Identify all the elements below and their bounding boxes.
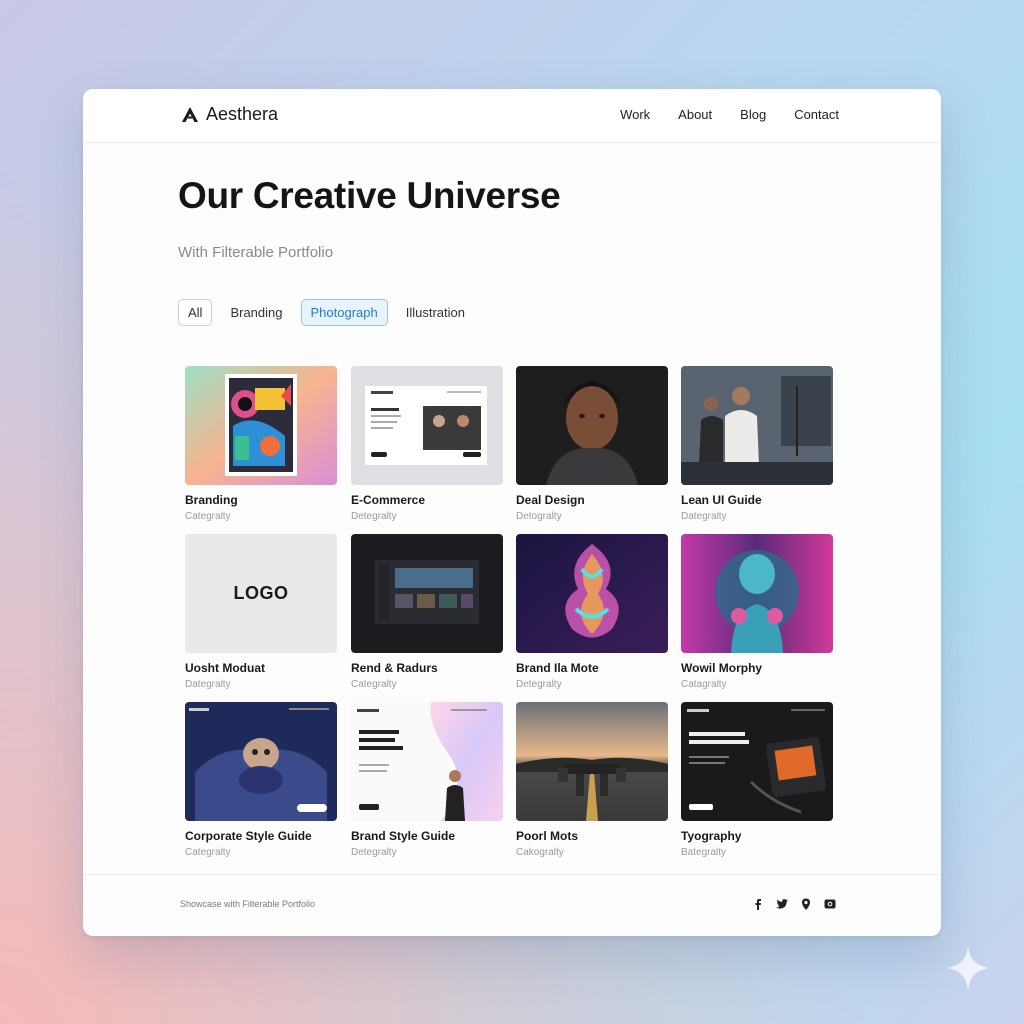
brand-name: Aesthera	[206, 104, 279, 124]
portfolio-card[interactable]: E-Commerce Detegralty	[351, 366, 503, 522]
card-thumbnail	[681, 702, 833, 821]
card-category: Categralty	[185, 511, 231, 522]
filter-bar: All Branding Photograph Illustration	[178, 299, 475, 326]
card-category: Bategralty	[681, 847, 727, 858]
card-thumbnail	[351, 702, 503, 821]
instagram-icon[interactable]	[823, 897, 837, 911]
card-thumbnail	[681, 366, 833, 485]
card-category: Dategralty	[185, 679, 231, 690]
card-title: Rend & Radurs	[351, 661, 438, 675]
location-pin-icon[interactable]	[799, 897, 813, 911]
portfolio-card[interactable]: LOGO Uosht Moduat Dategralty	[185, 534, 337, 690]
card-category: Categralty	[351, 679, 397, 690]
sparkle-icon	[946, 946, 990, 990]
filter-illustration[interactable]: Illustration	[396, 299, 475, 326]
portfolio-card[interactable]: Brand Style Guide Detegralty	[351, 702, 503, 858]
card-thumbnail	[516, 366, 668, 485]
portfolio-card[interactable]: Poorl Mots Cakogralty	[516, 702, 668, 858]
filter-photograph[interactable]: Photograph	[300, 299, 388, 326]
card-thumbnail	[516, 534, 668, 653]
nav-link-work[interactable]: Work	[620, 107, 650, 122]
triangle-a-logo-icon	[182, 106, 198, 122]
portfolio-card[interactable]: Wowil Morphy Catagralty	[681, 534, 833, 690]
card-title: Corporate Style Guide	[185, 829, 312, 843]
portfolio-card[interactable]: Deal Design Detogralty	[516, 366, 668, 522]
card-title: Branding	[185, 493, 238, 507]
card-title: Brand Ila Mote	[516, 661, 599, 675]
brand[interactable]: Aesthera	[180, 104, 278, 125]
footer: Showcase with Filterable Portfolio	[83, 874, 941, 936]
twitter-icon[interactable]	[775, 897, 789, 911]
portfolio-card[interactable]: Brand Ila Mote Detegralty	[516, 534, 668, 690]
card-category: Cakogralty	[516, 847, 564, 858]
card-category: Detegralty	[351, 511, 397, 522]
nav-link-about[interactable]: About	[678, 107, 712, 122]
card-category: Detegralty	[351, 847, 397, 858]
portfolio-card[interactable]: Branding Categralty	[185, 366, 337, 522]
card-thumbnail	[185, 702, 337, 821]
portfolio-card[interactable]: Rend & Radurs Categralty	[351, 534, 503, 690]
nav-links: Work About Blog Contact	[620, 107, 839, 122]
filter-branding[interactable]: Branding	[220, 299, 292, 326]
top-navbar: Aesthera Work About Blog Contact	[83, 89, 941, 143]
social-links	[751, 897, 837, 911]
filter-all[interactable]: All	[178, 299, 213, 326]
card-category: Dategralty	[681, 511, 727, 522]
card-thumbnail: LOGO	[185, 534, 337, 653]
card-thumbnail	[351, 366, 503, 485]
portfolio-card[interactable]: Tyography Bategralty	[681, 702, 833, 858]
card-category: Categralty	[185, 847, 231, 858]
facebook-icon[interactable]	[751, 897, 765, 911]
card-category: Detegralty	[516, 679, 562, 690]
card-title: Uosht Moduat	[185, 661, 265, 675]
portfolio-card[interactable]: Lean UI Guide Dategralty	[681, 366, 833, 522]
card-category: Catagralty	[681, 679, 727, 690]
nav-link-contact[interactable]: Contact	[794, 107, 839, 122]
card-category: Detogralty	[516, 511, 562, 522]
nav-link-blog[interactable]: Blog	[740, 107, 766, 122]
browser-window: Aesthera Work About Blog Contact Our Cre…	[83, 89, 941, 936]
page-title: Our Creative Universe	[178, 175, 561, 216]
card-title: Poorl Mots	[516, 829, 578, 843]
card-title: E-Commerce	[351, 493, 426, 507]
footer-text: Showcase with Filterable Portfolio	[180, 899, 316, 909]
portfolio-card[interactable]: Corporate Style Guide Categralty	[185, 702, 337, 858]
card-title: Tyography	[681, 829, 742, 843]
card-thumbnail	[185, 366, 337, 485]
card-title: Wowil Morphy	[681, 661, 763, 675]
card-title: Deal Design	[516, 493, 585, 507]
card-thumbnail	[681, 534, 833, 653]
card-thumbnail	[516, 702, 668, 821]
page-subtitle: With Filterable Portfolio	[178, 244, 334, 261]
card-title: Lean UI Guide	[681, 493, 762, 507]
card-title: Brand Style Guide	[351, 829, 456, 843]
card-thumbnail	[351, 534, 503, 653]
logo-placeholder: LOGO	[233, 583, 289, 603]
